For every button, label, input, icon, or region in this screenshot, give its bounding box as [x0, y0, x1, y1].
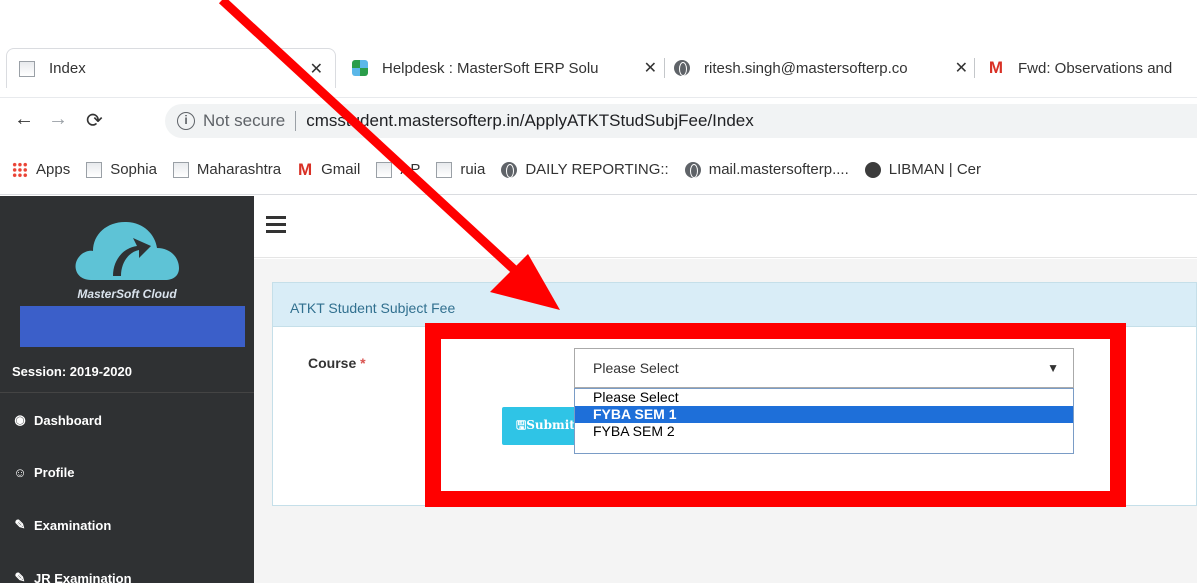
tab-gmail-fwd[interactable]: M Fwd: Observations and [988, 48, 1197, 88]
document-icon [86, 161, 103, 178]
bookmark-label: ruia [460, 161, 486, 178]
course-options-list: Please Select FYBA SEM 1 FYBA SEM 2 [574, 388, 1074, 454]
document-icon [172, 161, 189, 178]
tab-index[interactable]: Index ✕ [6, 48, 336, 88]
bookmark-label: mail.mastersofterp.... [708, 161, 849, 178]
address-bar[interactable]: i Not secure cmsstudent.mastersofterp.in… [165, 104, 1197, 138]
bookmark-ruia[interactable]: ruia [436, 161, 485, 178]
tab-title: Fwd: Observations and [1018, 59, 1173, 77]
course-option-highlighted[interactable]: FYBA SEM 1 [575, 406, 1073, 423]
bookmark-label: AP [400, 161, 421, 178]
libman-icon [864, 161, 881, 178]
globe-icon [674, 60, 690, 76]
course-option[interactable]: Please Select [575, 389, 1073, 406]
bookmark-label: Sophia [110, 161, 157, 178]
close-icon[interactable]: ✕ [636, 58, 657, 78]
course-select[interactable]: Please Select ▼ [574, 348, 1074, 388]
tab-title: Helpdesk : MasterSoft ERP Solu [382, 59, 599, 77]
apps-grid-icon [12, 161, 28, 178]
save-icon: 🖫 [516, 417, 527, 432]
bookmarks-bar: Apps Sophia Maharashtra M Gmail AP ruia … [0, 145, 1197, 195]
document-icon [436, 161, 453, 178]
security-label: Not secure [203, 111, 286, 130]
user-name-bar [20, 306, 245, 347]
bookmark-label: LIBMAN | Cer [888, 161, 982, 178]
tab-helpdesk[interactable]: Helpdesk : MasterSoft ERP Solu ✕ [352, 48, 657, 88]
session-label: Session: 2019-2020 [0, 351, 254, 393]
document-icon [19, 60, 35, 77]
info-icon[interactable]: i [177, 112, 195, 130]
globe-icon [684, 161, 701, 178]
globe-icon [501, 161, 518, 178]
browser-toolbar: ← → ⟳ i Not secure cmsstudent.mastersoft… [0, 97, 1197, 145]
close-icon[interactable]: ✕ [947, 58, 968, 78]
bookmark-gmail[interactable]: M Gmail [297, 159, 361, 179]
submit-button[interactable]: 🖫Submit [502, 407, 584, 445]
sidebar-item-dashboard[interactable]: ◉ Dashboard [0, 394, 254, 446]
browser-tab-strip: Index ✕ Helpdesk : MasterSoft ERP Solu ✕… [0, 0, 1197, 97]
bookmark-libman[interactable]: LIBMAN | Cer [864, 161, 982, 178]
close-icon[interactable]: ✕ [302, 59, 323, 79]
tab-title: ritesh.singh@mastersofterp.co [704, 59, 908, 77]
sidebar-item-label: Profile [34, 464, 75, 480]
screenshot: Index ✕ Helpdesk : MasterSoft ERP Solu ✕… [0, 0, 1197, 583]
bookmark-mastersofterp-mail[interactable]: mail.mastersofterp.... [684, 161, 849, 178]
bookmark-label: Gmail [321, 161, 361, 178]
pencil-icon: ✎ [14, 517, 26, 532]
dashboard-icon: ◉ [14, 412, 26, 427]
forward-arrow-icon[interactable]: → [48, 108, 68, 131]
user-icon: ☺ [13, 464, 27, 480]
app-topbar [254, 196, 1197, 258]
sidebar-item-label: Dashboard [34, 412, 102, 428]
tab-separator [974, 58, 975, 78]
sidebar-item-examination[interactable]: ✎ Examination [0, 499, 254, 551]
caret-down-icon: ▼ [1047, 361, 1059, 375]
required-mark: * [360, 355, 366, 371]
bookmark-apps[interactable]: Apps [12, 161, 70, 178]
cloud-logo-icon [75, 222, 179, 280]
bookmark-daily-reporting[interactable]: DAILY REPORTING:: [501, 161, 669, 178]
document-icon [376, 161, 393, 178]
panel-title: ATKT Student Subject Fee [273, 283, 1196, 327]
helpdesk-icon [352, 60, 368, 76]
reload-icon[interactable]: ⟳ [86, 108, 103, 133]
back-arrow-icon[interactable]: ← [14, 108, 34, 131]
bookmark-ap[interactable]: AP [376, 161, 420, 178]
bookmark-label: DAILY REPORTING:: [525, 161, 669, 178]
course-label: Course * [308, 355, 366, 371]
bookmark-label: Maharashtra [196, 161, 282, 178]
menu-icon[interactable] [266, 216, 286, 237]
url-text: cmsstudent.mastersofterp.in/ApplyATKTStu… [306, 111, 754, 130]
logo-area: MasterSoft Cloud [0, 196, 254, 347]
sidebar-item-label: JR Examination [34, 570, 132, 583]
sidebar: MasterSoft Cloud Session: 2019-2020 ◉ Da… [0, 196, 254, 583]
tab-separator [664, 58, 665, 78]
bookmark-label: Apps [36, 161, 71, 178]
course-option[interactable]: FYBA SEM 2 [575, 423, 1073, 440]
course-label-text: Course [308, 355, 357, 371]
pencil-icon: ✎ [14, 570, 26, 583]
bookmark-sophia[interactable]: Sophia [86, 161, 157, 178]
sidebar-item-jr-examination[interactable]: ✎ JR Examination [0, 552, 254, 583]
bookmark-maharashtra[interactable]: Maharashtra [172, 161, 282, 178]
sidebar-item-profile[interactable]: ☺ Profile [0, 446, 254, 498]
brand-name: MasterSoft Cloud [77, 287, 177, 301]
sidebar-item-label: Examination [34, 517, 112, 533]
course-select-value: Please Select [593, 360, 679, 376]
tab-title: Index [49, 60, 86, 77]
gmail-icon: M [298, 159, 313, 179]
tab-ritesh-mail[interactable]: ritesh.singh@mastersofterp.co ✕ [674, 48, 968, 88]
gmail-icon: M [988, 58, 1004, 77]
address-separator [295, 111, 297, 131]
submit-label: Submit [526, 417, 575, 432]
